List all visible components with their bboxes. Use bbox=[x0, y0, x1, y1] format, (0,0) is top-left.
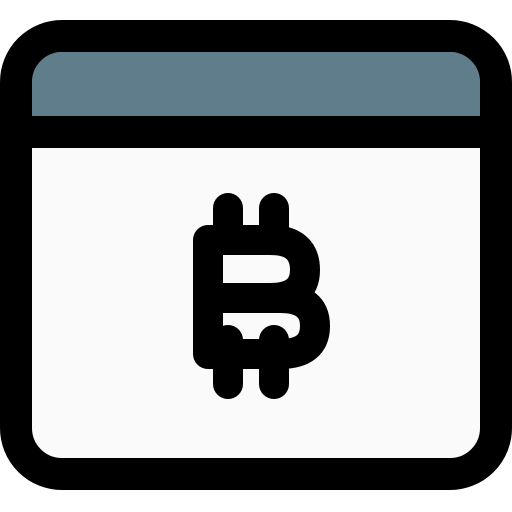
bitcoin-icon bbox=[193, 193, 330, 399]
icon-canvas bbox=[0, 20, 512, 490]
bitcoin-browser-window-icon bbox=[0, 0, 512, 512]
title-bar bbox=[32, 52, 480, 116]
